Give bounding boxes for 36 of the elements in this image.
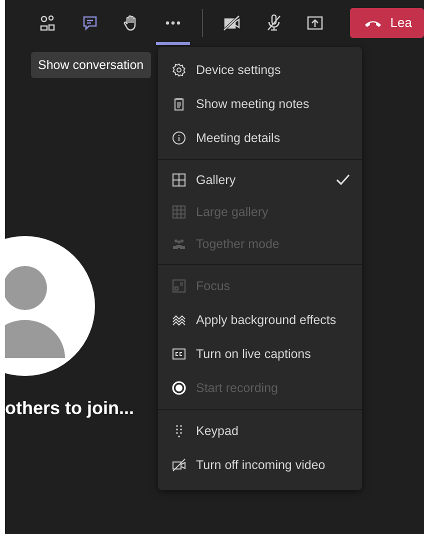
menu-item-label: Turn on live captions <box>196 347 312 361</box>
settings-icon <box>172 63 186 77</box>
menu-item-label: Show meeting notes <box>196 97 310 111</box>
mic-off-icon <box>264 14 283 32</box>
focus-icon <box>172 279 186 293</box>
menu-item[interactable]: Show meeting notes <box>158 87 362 121</box>
menu-item-label: Turn off incoming video <box>196 458 326 472</box>
share-screen-icon <box>306 14 324 32</box>
large-grid-icon <box>172 205 186 219</box>
menu-item-label: Device settings <box>196 63 282 77</box>
tooltip: Show conversation <box>31 52 151 78</box>
people-icon <box>172 237 186 251</box>
menu-item-label: Meeting details <box>196 131 282 145</box>
more-icon <box>164 20 182 24</box>
people-icon <box>38 14 57 32</box>
grid-icon <box>172 173 186 187</box>
menu-item[interactable]: Device settings <box>158 53 362 87</box>
video-off-icon <box>172 458 186 472</box>
menu-item[interactable]: Apply background effects <box>158 303 362 337</box>
background-effects-icon <box>172 313 186 327</box>
waiting-message: others to join... <box>5 398 134 419</box>
menu-item-label: Gallery <box>196 173 237 187</box>
notes-icon <box>172 97 186 111</box>
menu-item[interactable]: Turn off incoming video <box>158 448 362 482</box>
menu-item[interactable]: Meeting details <box>158 121 362 155</box>
menu-item-label: Apply background effects <box>196 313 338 327</box>
menu-item[interactable]: Turn on live captions <box>158 337 362 371</box>
menu-item-label: Keypad <box>196 424 240 438</box>
menu-item[interactable]: Keypad <box>158 414 362 448</box>
menu-item[interactable]: Gallery <box>158 164 362 196</box>
captions-icon <box>172 347 186 361</box>
record-icon <box>172 381 186 395</box>
leave-button[interactable]: Lea <box>350 8 424 38</box>
chat-icon <box>80 14 99 32</box>
info-icon <box>172 131 186 145</box>
camera-off-icon <box>222 14 241 32</box>
